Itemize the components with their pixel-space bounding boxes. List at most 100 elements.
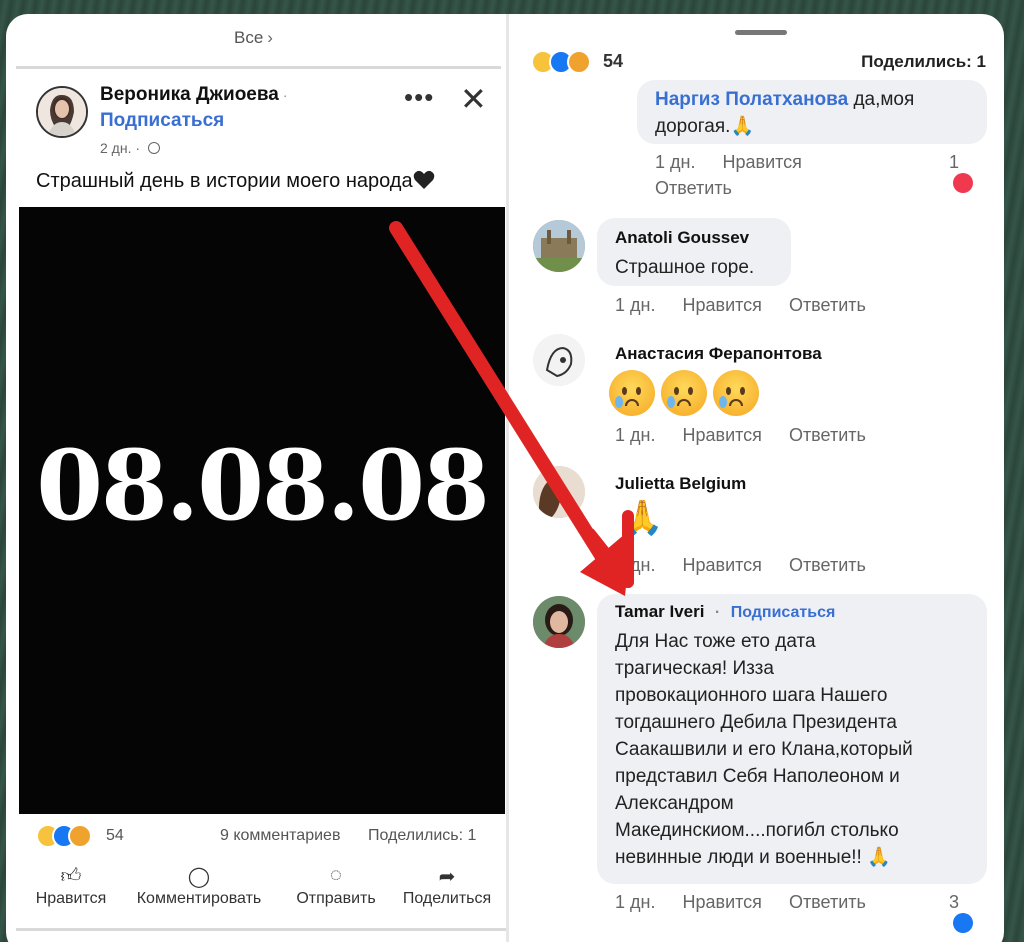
comment-age: 1 дн. [615, 295, 656, 315]
praying-hands-icon: 🙏 [867, 847, 891, 868]
share-action-button[interactable]: ➦ Поделиться [394, 864, 500, 908]
comment-line: тогдашнего Дебила Президента [615, 712, 897, 733]
comment-reply-button[interactable]: Ответить [789, 425, 866, 445]
post-image[interactable]: 08.08.08 [19, 207, 505, 814]
comment-text: дорогая. [655, 116, 731, 137]
comment-reactions[interactable]: 1 [949, 152, 1004, 195]
image-date-text: 08.08.08 [36, 429, 490, 542]
comment-line: Александром [615, 793, 734, 814]
shares-count[interactable]: Поделились: 1 [861, 52, 986, 72]
more-options-button[interactable]: ••• [404, 82, 434, 113]
commenter-avatar[interactable] [533, 220, 585, 272]
messenger-icon: ◌ [330, 864, 342, 886]
comment-meta: 1 дн. Нравится Ответить [615, 555, 888, 576]
commenter-avatar[interactable] [533, 334, 585, 386]
comment-like-button[interactable]: Нравится [682, 892, 761, 912]
comment-reply-button[interactable]: Ответить [789, 555, 866, 575]
comment-age: 1 дн. [615, 425, 656, 445]
commenter-avatar[interactable] [533, 596, 585, 648]
globe-icon [147, 142, 160, 154]
phone-screen: Все › Вероника Джиоева · Подписаться 2 дн.… [6, 14, 1004, 942]
comment-reply-button[interactable]: Ответить [655, 178, 732, 198]
share-arrow-icon: ➦ [438, 866, 456, 888]
comment-line: представил Себя Наполеоном и [615, 766, 900, 787]
post-text: Страшный день в истории моего народа [36, 170, 435, 193]
comment-line: трагическая! Изза [615, 658, 774, 679]
comment-age: 1 дн. [655, 152, 696, 172]
comment-reply-button[interactable]: Ответить [789, 295, 866, 315]
commenter-avatar[interactable] [533, 466, 585, 518]
author-name-text: Вероника Джиоева [100, 84, 279, 105]
comment-age: 1 дн. [615, 892, 656, 912]
comment-line: Макединскиом....погибл столько [615, 820, 899, 841]
comment-bubble-icon: ◯ [187, 866, 211, 888]
all-link-label: Все [234, 28, 264, 47]
comment-age: 1 дн. [615, 555, 656, 575]
comment-action-label: Комментировать [136, 890, 262, 907]
comment-meta: 1 дн. Нравится Ответить [615, 892, 888, 913]
author-name[interactable]: Вероника Джиоева · [100, 84, 288, 106]
separator-dot: · [282, 87, 288, 103]
comment-meta: 1 дн. Нравится [655, 152, 824, 173]
comment-line: Для Нас тоже ето дата [615, 631, 816, 652]
shares-count[interactable]: Поделились: 1 [368, 827, 476, 845]
post-meta: 2 дн. · [100, 140, 160, 156]
post-panel: Все › Вероника Джиоева · Подписаться 2 дн.… [16, 14, 506, 942]
reaction-count: 54 [603, 51, 624, 71]
comment-text: Для Нас тоже ето дата трагическая! Изза … [615, 628, 913, 871]
commenter-name[interactable]: Julietta Belgium [615, 474, 746, 494]
comment-like-button[interactable]: Нравится [682, 425, 761, 445]
comment-text: да,моя [853, 89, 915, 110]
like-action-label: Нравится [35, 890, 107, 907]
send-action-button[interactable]: ◌ Отправить [288, 864, 384, 908]
comment-reactions[interactable]: 3 [949, 892, 1004, 935]
comments-count[interactable]: 9 комментариев [220, 827, 340, 845]
comment-line: провокационного шага Нашего [615, 685, 888, 706]
like-action-button[interactable]: 👍︎ Нравится [26, 864, 116, 908]
comment-bubble: Anatoli Goussev Страшное горе. [597, 218, 791, 286]
comment-reaction-count: 1 [949, 152, 960, 172]
comment-reaction-count: 3 [949, 892, 960, 912]
sad-tear-emoji-icon [713, 370, 759, 416]
comment-action-button[interactable]: ◯ Комментировать [124, 864, 274, 908]
comment-content: Наргиз Полатханова да,моя дорогая.🙏 [655, 86, 914, 140]
care-reaction-icon [68, 824, 92, 848]
chevron-right-icon: › [267, 28, 273, 47]
author-avatar[interactable] [36, 86, 88, 138]
post-text-content: Страшный день в истории моего народа [36, 170, 413, 192]
comment-line-text: невинные люди и военные!! [615, 847, 862, 868]
comment-meta: 1 дн. Нравится Ответить [615, 425, 888, 446]
drag-handle[interactable] [735, 30, 787, 35]
comment-reply-button[interactable]: Ответить [789, 892, 866, 912]
commenter-name[interactable]: Tamar Iveri [615, 602, 704, 621]
send-action-label: Отправить [296, 890, 376, 907]
close-icon[interactable]: ✕ [460, 80, 487, 118]
care-reaction-icon [567, 50, 591, 74]
follow-button[interactable]: Подписаться [100, 110, 224, 132]
comment-bubble: Tamar Iveri · Подписаться Для Нас тоже е… [597, 594, 987, 884]
commenter-name[interactable]: Наргиз Полатханова [655, 89, 848, 110]
comment-line: невинные люди и военные!! 🙏 [615, 844, 913, 871]
black-heart-icon [413, 170, 435, 190]
post-age: 2 дн. [100, 140, 132, 156]
follow-button[interactable]: Подписаться [731, 604, 836, 621]
commenter-name[interactable]: Anatoli Goussev [615, 228, 749, 248]
comment-text: Страшное горе. [615, 257, 755, 278]
thumbs-up-icon: 👍︎ [60, 865, 82, 887]
comment-reply-row: Ответить [655, 178, 754, 199]
like-reaction-icon [953, 913, 973, 933]
comment-like-button[interactable]: Нравится [682, 555, 761, 575]
comment-header: Tamar Iveri · Подписаться [615, 602, 836, 621]
next-post-divider [16, 928, 506, 942]
praying-hands-icon: 🙏 [730, 116, 755, 137]
commenter-name[interactable]: Анастасия Ферапонтова [615, 344, 822, 364]
sad-tear-emoji-icon [609, 370, 655, 416]
all-link[interactable]: Все › [234, 28, 273, 48]
comments-panel: 54 Поделились: 1 Наргиз Полатханова да,м… [506, 14, 1004, 942]
comment-like-button[interactable]: Нравится [682, 295, 761, 315]
divider [16, 66, 501, 69]
comment-like-button[interactable]: Нравится [722, 152, 801, 172]
share-action-label: Поделиться [402, 890, 492, 907]
comment-line: Саакашвили и его Клана,который [615, 739, 913, 760]
sad-tear-emoji-icon [661, 370, 707, 416]
